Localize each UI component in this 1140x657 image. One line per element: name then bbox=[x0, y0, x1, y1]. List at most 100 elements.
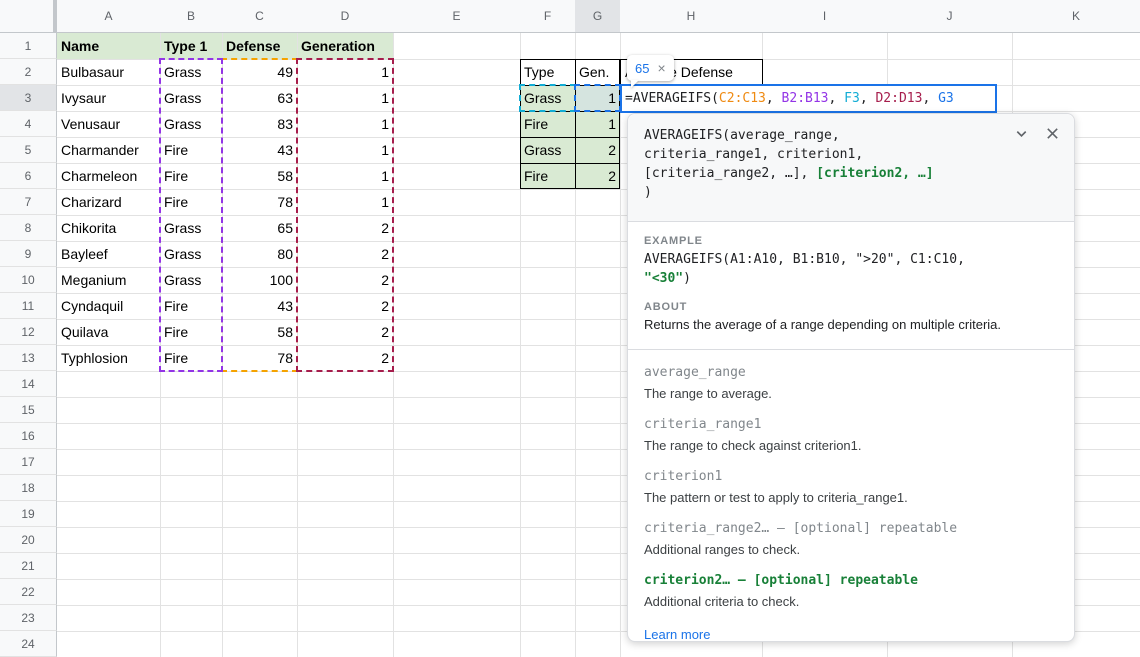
cell-C8[interactable]: 65 bbox=[222, 215, 297, 241]
cell-D13[interactable]: 2 bbox=[297, 345, 393, 371]
cell-B13[interactable]: Fire bbox=[160, 345, 222, 371]
cell-D4[interactable]: 1 bbox=[297, 111, 393, 137]
cell-G4[interactable]: 1 bbox=[575, 111, 620, 137]
cell-C13[interactable]: 78 bbox=[222, 345, 297, 371]
cell-B2[interactable]: Grass bbox=[160, 59, 222, 85]
cell-D11[interactable]: 2 bbox=[297, 293, 393, 319]
cell-D7[interactable]: 1 bbox=[297, 189, 393, 215]
cell-C11[interactable]: 43 bbox=[222, 293, 297, 319]
cell-B10[interactable]: Grass bbox=[160, 267, 222, 293]
cell-A8[interactable]: Chikorita bbox=[57, 215, 160, 241]
row-header-23[interactable]: 23 bbox=[0, 605, 57, 631]
cell-A13[interactable]: Typhlosion bbox=[57, 345, 160, 371]
row-header-9[interactable]: 9 bbox=[0, 241, 57, 267]
row-header-2[interactable]: 2 bbox=[0, 59, 57, 85]
cell-A2[interactable]: Bulbasaur bbox=[57, 59, 160, 85]
cell-G6[interactable]: 2 bbox=[575, 163, 620, 189]
cell-A9[interactable]: Bayleef bbox=[57, 241, 160, 267]
cell-B4[interactable]: Grass bbox=[160, 111, 222, 137]
cell-C2[interactable]: 49 bbox=[222, 59, 297, 85]
row-header-7[interactable]: 7 bbox=[0, 189, 57, 215]
row-header-13[interactable]: 13 bbox=[0, 345, 57, 371]
row-header-11[interactable]: 11 bbox=[0, 293, 57, 319]
cell-A6[interactable]: Charmeleon bbox=[57, 163, 160, 189]
cell-A7[interactable]: Charizard bbox=[57, 189, 160, 215]
cell-F4[interactable]: Fire bbox=[520, 111, 575, 137]
cell-C6[interactable]: 58 bbox=[222, 163, 297, 189]
col-header-H[interactable]: H bbox=[620, 0, 763, 33]
row-header-4[interactable]: 4 bbox=[0, 111, 57, 137]
row-header-16[interactable]: 16 bbox=[0, 423, 57, 449]
collapse-chevron-icon[interactable] bbox=[1014, 126, 1029, 141]
cell-C10[interactable]: 100 bbox=[222, 267, 297, 293]
dismiss-preview-icon[interactable]: × bbox=[657, 61, 665, 75]
cell-A3[interactable]: Ivysaur bbox=[57, 85, 160, 111]
cell-F5[interactable]: Grass bbox=[520, 137, 575, 163]
header-cell-type-1[interactable]: Type 1 bbox=[160, 33, 222, 59]
row-header-18[interactable]: 18 bbox=[0, 475, 57, 501]
cell-G3[interactable]: 1 bbox=[575, 85, 620, 111]
cell-D5[interactable]: 1 bbox=[297, 137, 393, 163]
cell-B12[interactable]: Fire bbox=[160, 319, 222, 345]
cell-B11[interactable]: Fire bbox=[160, 293, 222, 319]
row-header-15[interactable]: 15 bbox=[0, 397, 57, 423]
cell-D2[interactable]: 1 bbox=[297, 59, 393, 85]
row-header-20[interactable]: 20 bbox=[0, 527, 57, 553]
cell-C5[interactable]: 43 bbox=[222, 137, 297, 163]
col-header-J[interactable]: J bbox=[887, 0, 1013, 33]
col-header-I[interactable]: I bbox=[762, 0, 888, 33]
col-header-D[interactable]: D bbox=[297, 0, 394, 33]
header-cell-generation[interactable]: Generation bbox=[297, 33, 393, 59]
cell-B5[interactable]: Fire bbox=[160, 137, 222, 163]
row-header-6[interactable]: 6 bbox=[0, 163, 57, 189]
row-header-12[interactable]: 12 bbox=[0, 319, 57, 345]
close-icon[interactable] bbox=[1045, 126, 1060, 141]
cell-B7[interactable]: Fire bbox=[160, 189, 222, 215]
cell-C12[interactable]: 58 bbox=[222, 319, 297, 345]
col-header-K[interactable]: K bbox=[1012, 0, 1140, 33]
cell-C4[interactable]: 83 bbox=[222, 111, 297, 137]
cell-A12[interactable]: Quilava bbox=[57, 319, 160, 345]
cell-C3[interactable]: 63 bbox=[222, 85, 297, 111]
cell-D6[interactable]: 1 bbox=[297, 163, 393, 189]
row-header-22[interactable]: 22 bbox=[0, 579, 57, 605]
cell-B3[interactable]: Grass bbox=[160, 85, 222, 111]
header-cell-name[interactable]: Name bbox=[57, 33, 160, 59]
row-header-19[interactable]: 19 bbox=[0, 501, 57, 527]
row-header-8[interactable]: 8 bbox=[0, 215, 57, 241]
row-header-1[interactable]: 1 bbox=[0, 33, 57, 59]
cell-D10[interactable]: 2 bbox=[297, 267, 393, 293]
cell-F3[interactable]: Grass bbox=[520, 85, 575, 111]
learn-more-link[interactable]: Learn more bbox=[644, 627, 710, 642]
criteria-header-gen[interactable]: Gen. bbox=[575, 59, 620, 85]
cell-D3[interactable]: 1 bbox=[297, 85, 393, 111]
cell-B9[interactable]: Grass bbox=[160, 241, 222, 267]
cell-B8[interactable]: Grass bbox=[160, 215, 222, 241]
row-header-5[interactable]: 5 bbox=[0, 137, 57, 163]
cell-B6[interactable]: Fire bbox=[160, 163, 222, 189]
header-cell-defense[interactable]: Defense bbox=[222, 33, 297, 59]
row-header-14[interactable]: 14 bbox=[0, 371, 57, 397]
cell-C9[interactable]: 80 bbox=[222, 241, 297, 267]
col-header-C[interactable]: C bbox=[222, 0, 298, 33]
cell-G5[interactable]: 2 bbox=[575, 137, 620, 163]
row-header-24[interactable]: 24 bbox=[0, 631, 57, 657]
row-header-21[interactable]: 21 bbox=[0, 553, 57, 579]
select-all-corner[interactable] bbox=[0, 0, 57, 33]
cell-A11[interactable]: Cyndaquil bbox=[57, 293, 160, 319]
cell-A10[interactable]: Meganium bbox=[57, 267, 160, 293]
row-header-3[interactable]: 3 bbox=[0, 85, 57, 111]
cell-A4[interactable]: Venusaur bbox=[57, 111, 160, 137]
col-header-A[interactable]: A bbox=[57, 0, 161, 33]
cell-D9[interactable]: 2 bbox=[297, 241, 393, 267]
row-header-17[interactable]: 17 bbox=[0, 449, 57, 475]
row-header-10[interactable]: 10 bbox=[0, 267, 57, 293]
cell-F6[interactable]: Fire bbox=[520, 163, 575, 189]
col-header-G[interactable]: G bbox=[575, 0, 621, 33]
col-header-F[interactable]: F bbox=[520, 0, 576, 33]
col-header-B[interactable]: B bbox=[160, 0, 223, 33]
cell-D8[interactable]: 2 bbox=[297, 215, 393, 241]
criteria-header-type[interactable]: Type bbox=[520, 59, 575, 85]
cell-D12[interactable]: 2 bbox=[297, 319, 393, 345]
col-header-E[interactable]: E bbox=[393, 0, 521, 33]
